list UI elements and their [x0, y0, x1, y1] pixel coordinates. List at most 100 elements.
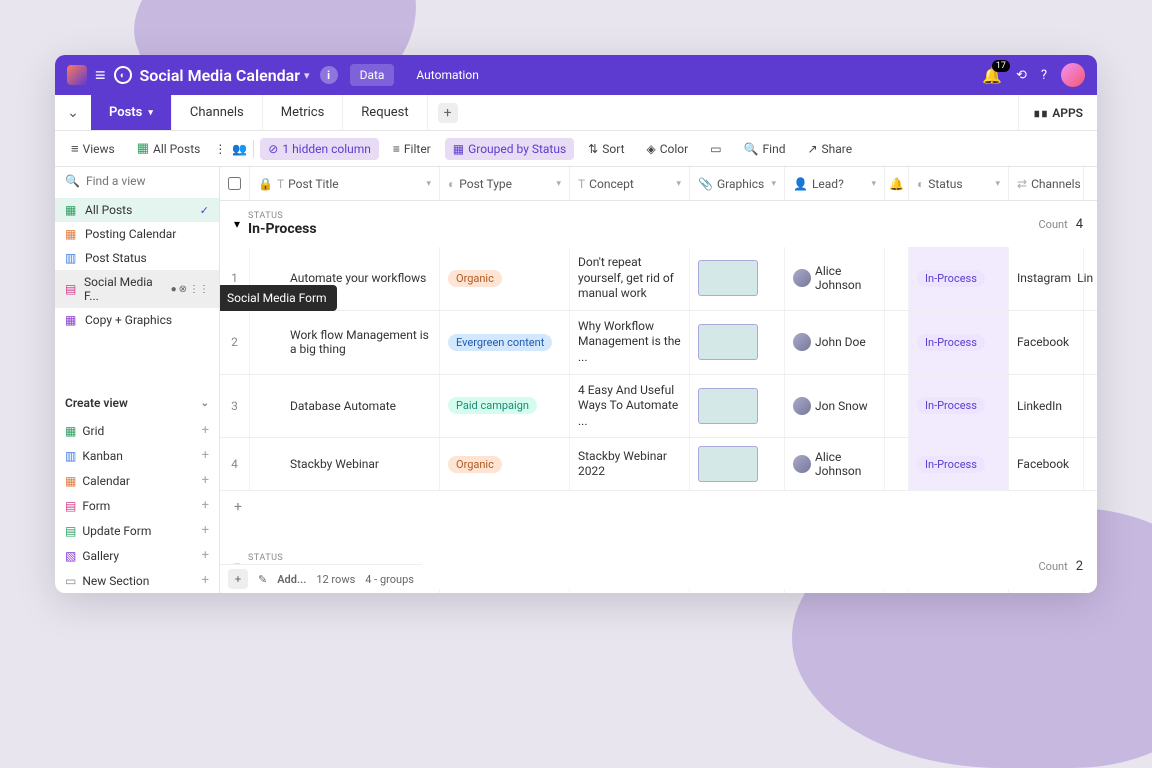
- select-all-checkbox[interactable]: [228, 177, 241, 190]
- cell-bell[interactable]: [885, 311, 909, 374]
- create-view-item[interactable]: ▦Grid+: [55, 418, 219, 443]
- cell-bell[interactable]: [885, 375, 909, 438]
- plus-icon[interactable]: +: [202, 548, 209, 563]
- thumbnail[interactable]: [698, 388, 758, 424]
- sidebar-view-item[interactable]: ▥Post Status: [55, 246, 219, 270]
- cell-graphics[interactable]: [690, 589, 785, 593]
- cell-channels[interactable]: Facebook: [1009, 311, 1084, 374]
- cell-concept[interactable]: Stackby Webinar 2022: [570, 438, 690, 490]
- create-view-item[interactable]: ▭New Section+: [55, 568, 219, 593]
- history-icon[interactable]: ⟲: [1016, 68, 1027, 83]
- column-post-type[interactable]: ◐Post Type▾: [440, 167, 570, 200]
- create-view-item[interactable]: ▦Calendar+: [55, 468, 219, 493]
- add-tab-button[interactable]: +: [438, 103, 458, 123]
- cell-lead[interactable]: Jon Snow: [785, 375, 885, 438]
- find-view-input[interactable]: [86, 174, 220, 188]
- sort-button[interactable]: ⇅Sort: [580, 138, 632, 160]
- column-bell[interactable]: 🔔: [885, 167, 909, 200]
- column-post-title[interactable]: 🔒TPost Title▾: [250, 167, 440, 200]
- cell-status[interactable]: In-Process: [909, 438, 1009, 490]
- cell-concept[interactable]: Why Workflow Management is the ...: [570, 311, 690, 374]
- cell-channels[interactable]: LinkedIn: [1009, 375, 1084, 438]
- header-tab-automation[interactable]: Automation: [406, 64, 488, 86]
- plus-icon[interactable]: +: [202, 423, 209, 438]
- column-status[interactable]: ◐Status▾: [909, 167, 1009, 200]
- cell-lead[interactable]: Alice Johnson: [785, 247, 885, 310]
- del-icon[interactable]: ⊗: [179, 284, 187, 295]
- row-height-icon[interactable]: ▭: [702, 138, 729, 160]
- app-logo[interactable]: [67, 65, 87, 85]
- create-view-item[interactable]: ▤Form+: [55, 493, 219, 518]
- cell-type[interactable]: Evergreen content: [440, 589, 570, 593]
- people-icon[interactable]: 👥: [232, 142, 247, 156]
- view-all-posts[interactable]: ▦All Posts: [129, 137, 209, 160]
- plus-icon[interactable]: +: [202, 498, 209, 513]
- create-view-item[interactable]: ▥Kanban+: [55, 443, 219, 468]
- cell-graphics[interactable]: [690, 311, 785, 374]
- table-row[interactable]: 1 Automate your workflows Organic Don't …: [220, 247, 1097, 311]
- create-view-item[interactable]: ▧Gallery+: [55, 543, 219, 568]
- sidebar-view-item[interactable]: ▤Social Media F...●⊗⋮⋮: [55, 270, 219, 308]
- table-row[interactable]: 2 Work flow Management is a big thing Ev…: [220, 311, 1097, 375]
- color-button[interactable]: ◈Color: [639, 138, 697, 160]
- plus-icon[interactable]: +: [202, 448, 209, 463]
- stack-title[interactable]: Social Media Calendar: [140, 66, 301, 85]
- share-button[interactable]: ↗Share: [799, 138, 860, 160]
- hidden-columns-button[interactable]: ⊘1 hidden column: [260, 138, 379, 160]
- create-view-header[interactable]: Create view⌄: [55, 388, 219, 418]
- dup-icon[interactable]: ●: [171, 284, 177, 295]
- column-lead[interactable]: 👤Lead?▾: [785, 167, 885, 200]
- filter-button[interactable]: ≡Filter: [385, 138, 439, 160]
- footer-add-label[interactable]: Add...: [277, 573, 306, 586]
- thumbnail[interactable]: [698, 260, 758, 296]
- thumbnail[interactable]: [698, 446, 758, 482]
- cell-concept[interactable]: Don't repeat yourself, get rid of manual…: [570, 247, 690, 310]
- cell-channels[interactable]: Instagram Lin: [1009, 247, 1084, 310]
- views-button[interactable]: ≡Views: [63, 137, 123, 161]
- plus-icon[interactable]: +: [202, 473, 209, 488]
- chevron-down-icon[interactable]: ▾: [304, 69, 310, 82]
- cell-status[interactable]: Published: [909, 589, 1009, 593]
- menu-icon[interactable]: ≡: [95, 65, 106, 86]
- cell-status[interactable]: In-Process: [909, 311, 1009, 374]
- cell-bell[interactable]: [885, 438, 909, 490]
- cell-lead[interactable]: Alice Johnson: [785, 589, 885, 593]
- cell-type[interactable]: Paid campaign: [440, 375, 570, 438]
- tab-metrics[interactable]: Metrics: [263, 95, 344, 130]
- cell-status[interactable]: In-Process: [909, 375, 1009, 438]
- cell-concept[interactable]: 4 Easy And Useful Ways To Automate ...: [570, 375, 690, 438]
- cell-graphics[interactable]: [690, 247, 785, 310]
- cell-channels[interactable]: Facebook Insta: [1009, 589, 1084, 593]
- collapse-sidebar-icon[interactable]: ⌄: [55, 105, 91, 121]
- apps-button[interactable]: ∎∎APPS: [1018, 95, 1097, 130]
- help-icon[interactable]: ?: [1041, 68, 1047, 83]
- sidebar-view-item[interactable]: ▦All Posts: [55, 198, 219, 222]
- cell-channels[interactable]: Facebook: [1009, 438, 1084, 490]
- cell-title[interactable]: Work flow Management is a big thing: [250, 311, 440, 374]
- cell-bell[interactable]: [885, 589, 909, 593]
- info-icon[interactable]: i: [320, 66, 338, 84]
- cell-graphics[interactable]: [690, 438, 785, 490]
- footer-add-button[interactable]: +: [228, 569, 248, 589]
- plus-icon[interactable]: +: [202, 523, 209, 538]
- table-row[interactable]: 3 Database Automate Paid campaign 4 Easy…: [220, 375, 1097, 439]
- cell-type[interactable]: Evergreen content: [440, 311, 570, 374]
- header-tab-data[interactable]: Data: [350, 64, 395, 86]
- plus-icon[interactable]: +: [202, 573, 209, 588]
- column-channels[interactable]: ⇄Channels: [1009, 167, 1084, 200]
- tab-request[interactable]: Request: [343, 95, 427, 130]
- bell-icon[interactable]: 🔔17: [982, 66, 1002, 85]
- tab-channels[interactable]: Channels: [172, 95, 263, 130]
- sidebar-view-item[interactable]: ▦Copy + Graphics: [55, 308, 219, 332]
- thumbnail[interactable]: [698, 324, 758, 360]
- create-view-item[interactable]: ▤Update Form+: [55, 518, 219, 543]
- avatar[interactable]: [1061, 63, 1085, 87]
- column-concept[interactable]: TConcept▾: [570, 167, 690, 200]
- cell-title[interactable]: Stackby Webinar: [250, 438, 440, 490]
- cell-lead[interactable]: John Doe: [785, 311, 885, 374]
- tab-posts[interactable]: Posts▾: [91, 95, 172, 130]
- cell-title[interactable]: Database Automate: [250, 375, 440, 438]
- column-graphics[interactable]: 📎Graphics▾: [690, 167, 785, 200]
- more-icon[interactable]: ⋮: [214, 142, 226, 156]
- group-header[interactable]: ▾STATUSIn-ProcessCount 4: [220, 201, 1097, 247]
